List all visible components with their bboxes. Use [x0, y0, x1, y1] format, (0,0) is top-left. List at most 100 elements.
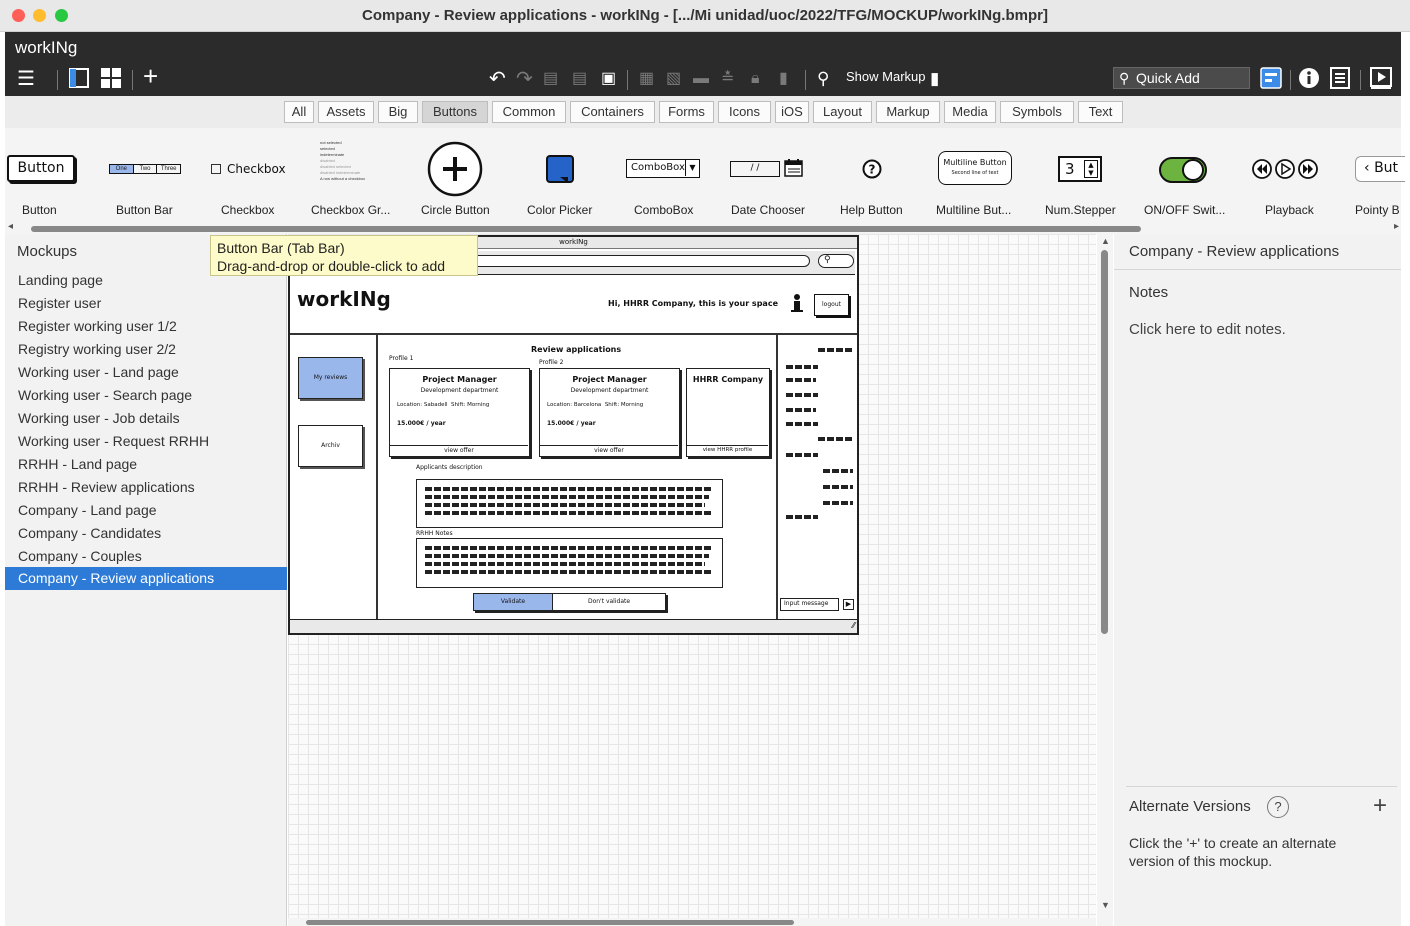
filter-tab-icons[interactable]: Icons: [718, 101, 771, 123]
filter-tab-symbols[interactable]: Symbols: [1000, 101, 1074, 123]
alternate-versions-title: Alternate Versions: [1129, 798, 1251, 815]
filter-tab-common[interactable]: Common: [492, 101, 566, 123]
help-icon[interactable]: ?: [862, 159, 882, 182]
add-alternate-version-icon[interactable]: +: [1373, 792, 1387, 820]
mockup-list-item[interactable]: Company - Land page: [5, 499, 287, 522]
show-markup-button[interactable]: Show Markup: [846, 69, 925, 84]
mockup-list-item[interactable]: Company - Couples: [5, 545, 287, 568]
mockup-window[interactable]: workINg ⚲ workINg Hi, HHRR Company, this…: [288, 235, 859, 635]
notes-editor[interactable]: Click here to edit notes.: [1129, 321, 1286, 338]
app-name: workINg: [15, 38, 78, 57]
mockup-list-item[interactable]: Working user - Search page: [5, 384, 287, 407]
align-icon[interactable]: ≛: [721, 68, 734, 90]
mockup-list-item[interactable]: Company - Candidates: [5, 522, 287, 545]
filter-tab-text[interactable]: Text: [1078, 101, 1123, 123]
menu-icon[interactable]: ☰: [17, 68, 35, 90]
copy-icon[interactable]: ▤: [572, 68, 587, 90]
library-combobox-preview[interactable]: ComboBox ▼: [626, 159, 700, 178]
mockup-nav-my-reviews: My reviews: [298, 357, 363, 399]
grid-view-icon[interactable]: [101, 68, 121, 93]
color-picker-icon[interactable]: [546, 155, 576, 188]
mockup-list-item[interactable]: Registry working user 2/2: [5, 338, 287, 361]
mockup-list-item-selected[interactable]: Company - Review applications: [5, 567, 287, 590]
quick-add-input[interactable]: ⚲ Quick Add: [1113, 67, 1250, 89]
library-checkbox-group-preview[interactable]: not selected selected indeterminate disa…: [320, 140, 365, 182]
lock-icon[interactable]: 🔒︎: [751, 68, 760, 90]
calendar-icon: [784, 158, 804, 181]
mockup-list-item[interactable]: Register working user 1/2: [5, 315, 287, 338]
library-date-chooser-preview[interactable]: / /: [730, 161, 780, 177]
mockup-list-item[interactable]: RRHH - Review applications: [5, 476, 287, 499]
info-icon[interactable]: [1298, 67, 1320, 94]
stepper-arrows-icon: ▲ ▼: [1084, 160, 1098, 178]
library-checkbox-preview[interactable]: Checkbox: [211, 162, 286, 176]
library-item-label: Circle Button: [421, 203, 490, 217]
projects-icon[interactable]: [1260, 67, 1282, 94]
mockup-list-item[interactable]: Working user - Request RRHH: [5, 430, 287, 453]
show-markup-icon[interactable]: ⚲: [817, 68, 829, 90]
toggle-switch-icon[interactable]: [1159, 157, 1207, 186]
arrange-icon[interactable]: ▬: [693, 68, 709, 90]
help-icon[interactable]: ?: [1267, 796, 1289, 818]
alternate-versions-hint: Click the '+' to create an alternate ver…: [1129, 835, 1337, 869]
chevron-down-icon: ▼: [685, 160, 699, 176]
mockup-nav-archiv: Archiv: [298, 425, 363, 467]
canvas-hscroll-thumb[interactable]: [306, 920, 794, 925]
library-item-label: Pointy B: [1355, 203, 1400, 217]
mockup-greeting: Hi, HHRR Company, this is your space: [608, 299, 778, 308]
scroll-left-icon[interactable]: ◂: [8, 221, 13, 232]
ungroup-icon[interactable]: ▧: [666, 68, 681, 90]
filter-tab-forms[interactable]: Forms: [659, 101, 714, 123]
canvas-scroll-thumb[interactable]: [1101, 250, 1108, 634]
mockup-list-item[interactable]: Working user - Job details: [5, 407, 287, 430]
filter-tab-containers[interactable]: Containers: [570, 101, 655, 123]
library-button-bar-preview[interactable]: One Two Three: [109, 164, 181, 174]
mockup-applicants-textarea: [416, 479, 723, 528]
library-item-label: ComboBox: [634, 203, 694, 217]
group-icon[interactable]: ▦: [639, 68, 654, 90]
library-scroll-thumb[interactable]: [31, 226, 1141, 232]
library-item-label: Button Bar: [116, 203, 173, 217]
library-multiline-button-preview[interactable]: Multiline Button Second line of text: [938, 151, 1012, 185]
library-button-preview[interactable]: Button: [7, 155, 75, 182]
mockup-heading: Review applications: [531, 345, 622, 354]
filter-tab-media[interactable]: Media: [944, 101, 996, 123]
canvas-horizontal-scrollbar[interactable]: [288, 918, 1096, 926]
filter-tab-markup[interactable]: Markup: [876, 101, 940, 123]
filter-tab-buttons[interactable]: Buttons: [422, 101, 488, 123]
notes-panel-icon[interactable]: [1330, 67, 1350, 94]
scroll-down-icon[interactable]: ▼: [1101, 900, 1110, 910]
component-filter-bar: All Assets Big Buttons Common Containers…: [5, 96, 1401, 128]
filter-tab-assets[interactable]: Assets: [318, 101, 374, 123]
scroll-right-icon[interactable]: ▸: [1394, 221, 1399, 232]
mockup-list-item[interactable]: Register user: [5, 292, 287, 315]
library-num-stepper-preview[interactable]: 3 ▲ ▼: [1058, 156, 1102, 182]
mockup-list-item[interactable]: Working user - Land page: [5, 361, 287, 384]
markup-clipboard-icon[interactable]: ▮: [930, 68, 939, 90]
undo-icon[interactable]: ↶: [489, 68, 506, 90]
mockup-list-item[interactable]: RRHH - Land page: [5, 453, 287, 476]
mockup-logo: workINg: [297, 287, 391, 311]
cut-icon[interactable]: ▤: [543, 68, 558, 90]
resize-grip-icon: ⁄⁄: [852, 621, 855, 630]
single-view-icon[interactable]: [69, 68, 89, 93]
trash-icon[interactable]: ▮: [779, 68, 788, 90]
filter-tab-big[interactable]: Big: [378, 101, 418, 123]
add-mockup-icon[interactable]: +: [143, 63, 158, 89]
paste-icon[interactable]: ▣: [601, 68, 616, 90]
library-scrollbar[interactable]: ◂ ▸: [5, 221, 1401, 234]
present-icon[interactable]: [1370, 67, 1392, 94]
filter-tab-ios[interactable]: iOS: [775, 101, 809, 123]
circle-plus-icon[interactable]: [427, 141, 483, 200]
mockup-message-input: Input message: [780, 598, 839, 611]
library-item-label: Playback: [1265, 203, 1314, 217]
canvas-vertical-scrollbar[interactable]: ▲ ▼: [1097, 234, 1113, 926]
playback-controls-icon[interactable]: [1251, 158, 1319, 183]
library-pointy-button-preview[interactable]: ‹ But: [1355, 156, 1405, 182]
redo-icon[interactable]: ↷: [516, 68, 533, 90]
filter-tab-all[interactable]: All: [284, 101, 314, 123]
filter-tab-layout[interactable]: Layout: [813, 101, 872, 123]
mockups-panel-title: Mockups: [17, 243, 78, 260]
scroll-up-icon[interactable]: ▲: [1101, 236, 1110, 246]
properties-panel-title: Company - Review applications: [1114, 234, 1401, 270]
